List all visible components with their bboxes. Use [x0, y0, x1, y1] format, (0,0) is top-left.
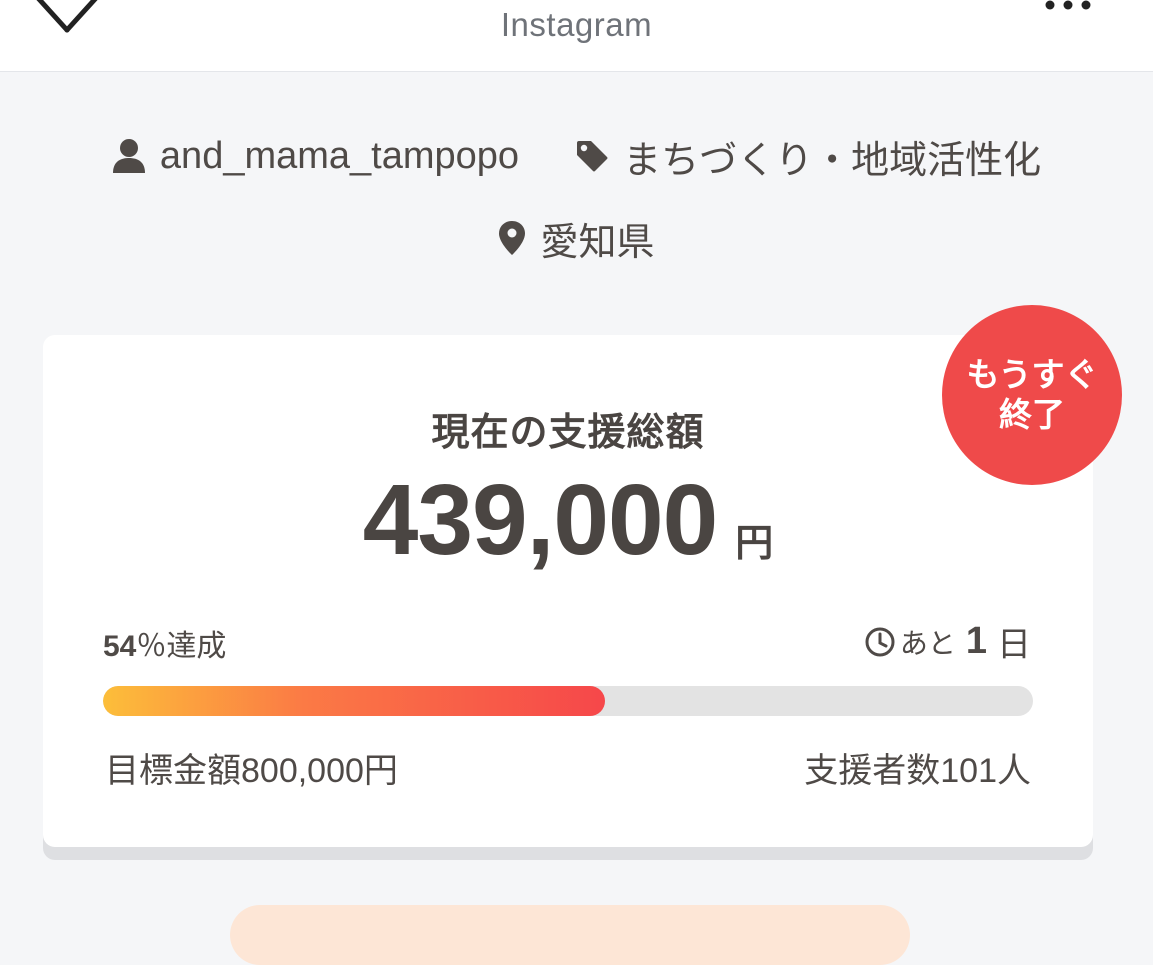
funding-amount-unit: 円 [735, 523, 774, 565]
progress-bar [103, 686, 1033, 716]
category-label: まちづくり・地域活性化 [623, 139, 1042, 182]
location-label: 愛知県 [540, 221, 655, 264]
app-title: Instagram [500, 6, 653, 43]
supporter-count: 支援者数101人 [804, 752, 1031, 790]
remaining-unit: 日 [997, 626, 1031, 664]
project-location[interactable]: 愛知県 [498, 211, 655, 266]
location-pin-icon [499, 221, 526, 255]
achievement-label: 54％達成 [103, 621, 226, 665]
more-dots-icon [1045, 0, 1091, 10]
project-meta-row: and_mama_tampopo まちづくり・地域活性化 [0, 128, 1153, 184]
remaining-prefix: あと [899, 627, 956, 659]
remaining-days: 1 [965, 620, 987, 662]
project-category[interactable]: まちづくり・地域活性化 [575, 129, 1041, 184]
project-location-row: 愛知県 [0, 210, 1153, 266]
remaining-time: あと 1 日 [864, 617, 1031, 666]
badge-line-1: もうすぐ [966, 356, 1098, 393]
funding-card: 現在の支援総額 439,000 円 54％達成 あと 1 日 目標金額800,0… [43, 335, 1093, 847]
achievement-percent: 54 [103, 630, 137, 663]
ending-soon-badge: もうすぐ 終了 [942, 305, 1122, 485]
clock-icon [865, 627, 895, 656]
support-button[interactable] [230, 905, 910, 965]
badge-line-2: 終了 [999, 396, 1065, 433]
funding-heading: 現在の支援総額 [431, 412, 705, 454]
progress-bar-fill [103, 686, 606, 716]
more-options-button[interactable] [1040, 0, 1096, 16]
achievement-suffix: ％達成 [136, 630, 227, 663]
project-owner[interactable]: and_mama_tampopo [112, 135, 519, 178]
funding-amount-row: 439,000 円 [43, 465, 1093, 575]
owner-username: and_mama_tampopo [159, 134, 520, 177]
funding-amount: 439,000 [362, 464, 718, 576]
user-icon [112, 139, 145, 173]
tag-icon [577, 141, 608, 172]
top-bar: Instagram [0, 0, 1153, 72]
goal-amount: 目標金額800,000円 [105, 752, 398, 790]
